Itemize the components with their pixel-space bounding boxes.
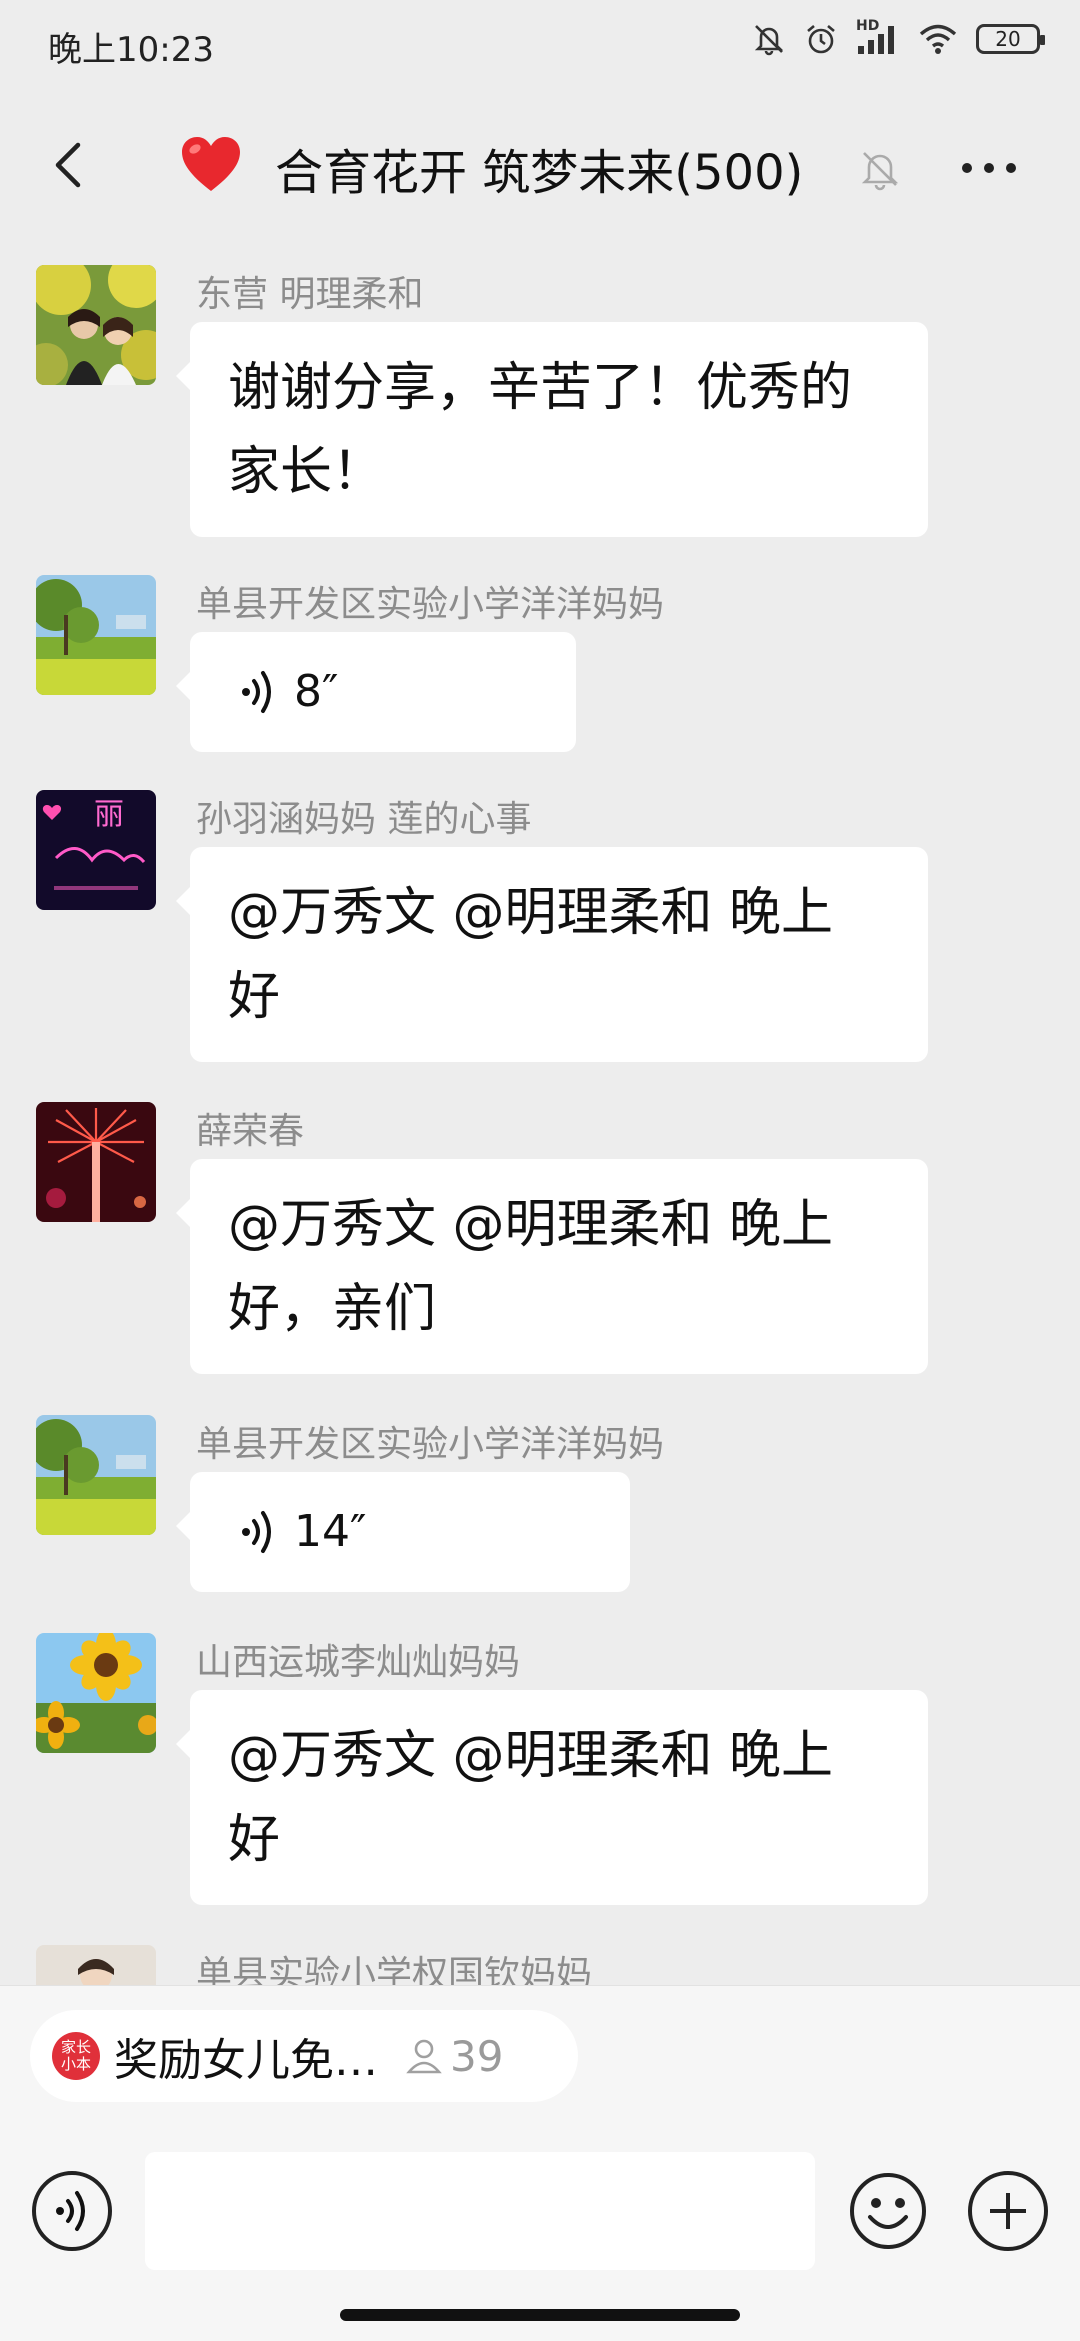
home-indicator[interactable]: [340, 2309, 740, 2321]
message-item: 丽 孙羽涵妈妈 莲的心事 @万秀文 @明理柔和 晚上 好: [0, 790, 1080, 1062]
voice-wave-icon: [56, 2191, 85, 2231]
sender-name: 薛荣春: [196, 1111, 305, 1152]
sender-name: 单县开发区实验小学洋洋妈妈: [196, 1424, 665, 1465]
avatar[interactable]: [36, 265, 156, 385]
message-bubble[interactable]: @万秀文 @明理柔和 晚上 好: [176, 1690, 928, 1905]
person-icon: [406, 2039, 442, 2074]
voice-duration: 8″: [294, 666, 339, 717]
dot-icon: [1006, 163, 1016, 173]
message-text: 谢谢分享，辛苦了！优秀的: [228, 358, 853, 418]
message-text: 好: [228, 967, 281, 1027]
logo-text: 小本: [60, 2055, 91, 2073]
back-button[interactable]: [40, 135, 100, 195]
message-bubble[interactable]: @万秀文 @明理柔和 晚上 好: [176, 847, 928, 1062]
mute-bell-icon: [861, 152, 899, 191]
status-bar: 晚上10:23 HD 20: [0, 0, 1080, 95]
message-item: 山西运城李灿灿妈妈 @万秀文 @明理柔和 晚上 好: [0, 1633, 1080, 1905]
avatar[interactable]: [36, 1102, 156, 1222]
heart-icon: [182, 137, 240, 191]
sender-name: 东营 明理柔和: [196, 274, 424, 315]
avatar[interactable]: [36, 1945, 156, 1985]
voice-duration: 14″: [294, 1506, 367, 1557]
message-text: @万秀文 @明理柔和 晚上: [228, 1726, 834, 1786]
dot-icon: [962, 163, 972, 173]
status-time: 晚上10:23: [48, 30, 214, 70]
sender-name: 单县实验小学权国钦妈妈: [196, 1954, 593, 1985]
pinned-article-chip[interactable]: 家长 小本 奖励女儿免… 39: [30, 2010, 578, 2102]
sender-name: 孙羽涵妈妈 莲的心事: [196, 799, 532, 840]
voice-input-button[interactable]: [32, 2171, 112, 2251]
wifi-icon: [919, 24, 957, 54]
avatar[interactable]: [36, 1633, 156, 1753]
sender-name: 山西运城李灿灿妈妈: [196, 1642, 521, 1683]
muted-bell-icon: [754, 25, 784, 56]
message-text: @万秀文 @明理柔和 晚上: [228, 1195, 834, 1255]
message-text: 家长！: [228, 442, 385, 502]
neon-character: 丽: [94, 797, 124, 832]
message-item: 单县开发区实验小学洋洋妈妈 14″: [0, 1415, 1080, 1595]
avatar[interactable]: [36, 1415, 156, 1535]
pinned-title: 奖励女儿免…: [114, 2035, 378, 2086]
message-bubble[interactable]: 谢谢分享，辛苦了！优秀的 家长！: [176, 322, 928, 537]
chat-header: 合育花开 筑梦未来(500): [0, 95, 1080, 240]
voice-wave-icon: [242, 1511, 271, 1553]
bottom-panel: 家长 小本 奖励女儿免… 39: [0, 1985, 1080, 2341]
voice-message-bubble[interactable]: 8″: [176, 632, 576, 752]
viewer-count: 39: [404, 2032, 503, 2081]
message-text: 好，亲们: [228, 1279, 437, 1339]
message-item: 薛荣春 @万秀文 @明理柔和 晚上 好，亲们: [0, 1102, 1080, 1374]
message-text: @万秀文 @明理柔和 晚上: [228, 883, 834, 943]
message-bubble[interactable]: @万秀文 @明理柔和 晚上 好，亲们: [176, 1159, 928, 1374]
message-list[interactable]: 东营 明理柔和 谢谢分享，辛苦了！优秀的 家长！ 单县开发区实验小学洋洋妈妈 8…: [0, 240, 1080, 1985]
status-icons: HD 20: [752, 18, 1045, 56]
avatar[interactable]: [36, 575, 156, 695]
more-actions-button[interactable]: [968, 2171, 1048, 2251]
voice-wave-icon: [242, 671, 271, 713]
more-options-button[interactable]: [962, 163, 1016, 173]
emoji-button[interactable]: [848, 2171, 928, 2251]
message-input[interactable]: [145, 2152, 815, 2270]
voice-message-bubble[interactable]: 14″: [176, 1472, 630, 1592]
signal-icon: HD: [856, 18, 900, 56]
input-bar: [0, 2146, 1080, 2276]
message-item: 单县开发区实验小学洋洋妈妈 8″: [0, 575, 1080, 755]
sender-name: 单县开发区实验小学洋洋妈妈: [196, 584, 665, 625]
alarm-icon: [807, 25, 835, 54]
message-text: 好: [228, 1810, 281, 1870]
dot-icon: [984, 163, 994, 173]
app-logo: 家长 小本: [52, 2032, 100, 2080]
viewer-count-value: 39: [450, 2031, 504, 2081]
battery-icon: 20: [976, 24, 1045, 54]
message-item: 东营 明理柔和 谢谢分享，辛苦了！优秀的 家长！: [0, 265, 1080, 537]
message-item: 单县实验小学权国钦妈妈: [0, 1945, 1080, 1985]
logo-text: 家长: [60, 2038, 91, 2056]
avatar[interactable]: 丽: [36, 790, 156, 910]
group-title: 合育花开 筑梦未来(500): [275, 145, 804, 201]
